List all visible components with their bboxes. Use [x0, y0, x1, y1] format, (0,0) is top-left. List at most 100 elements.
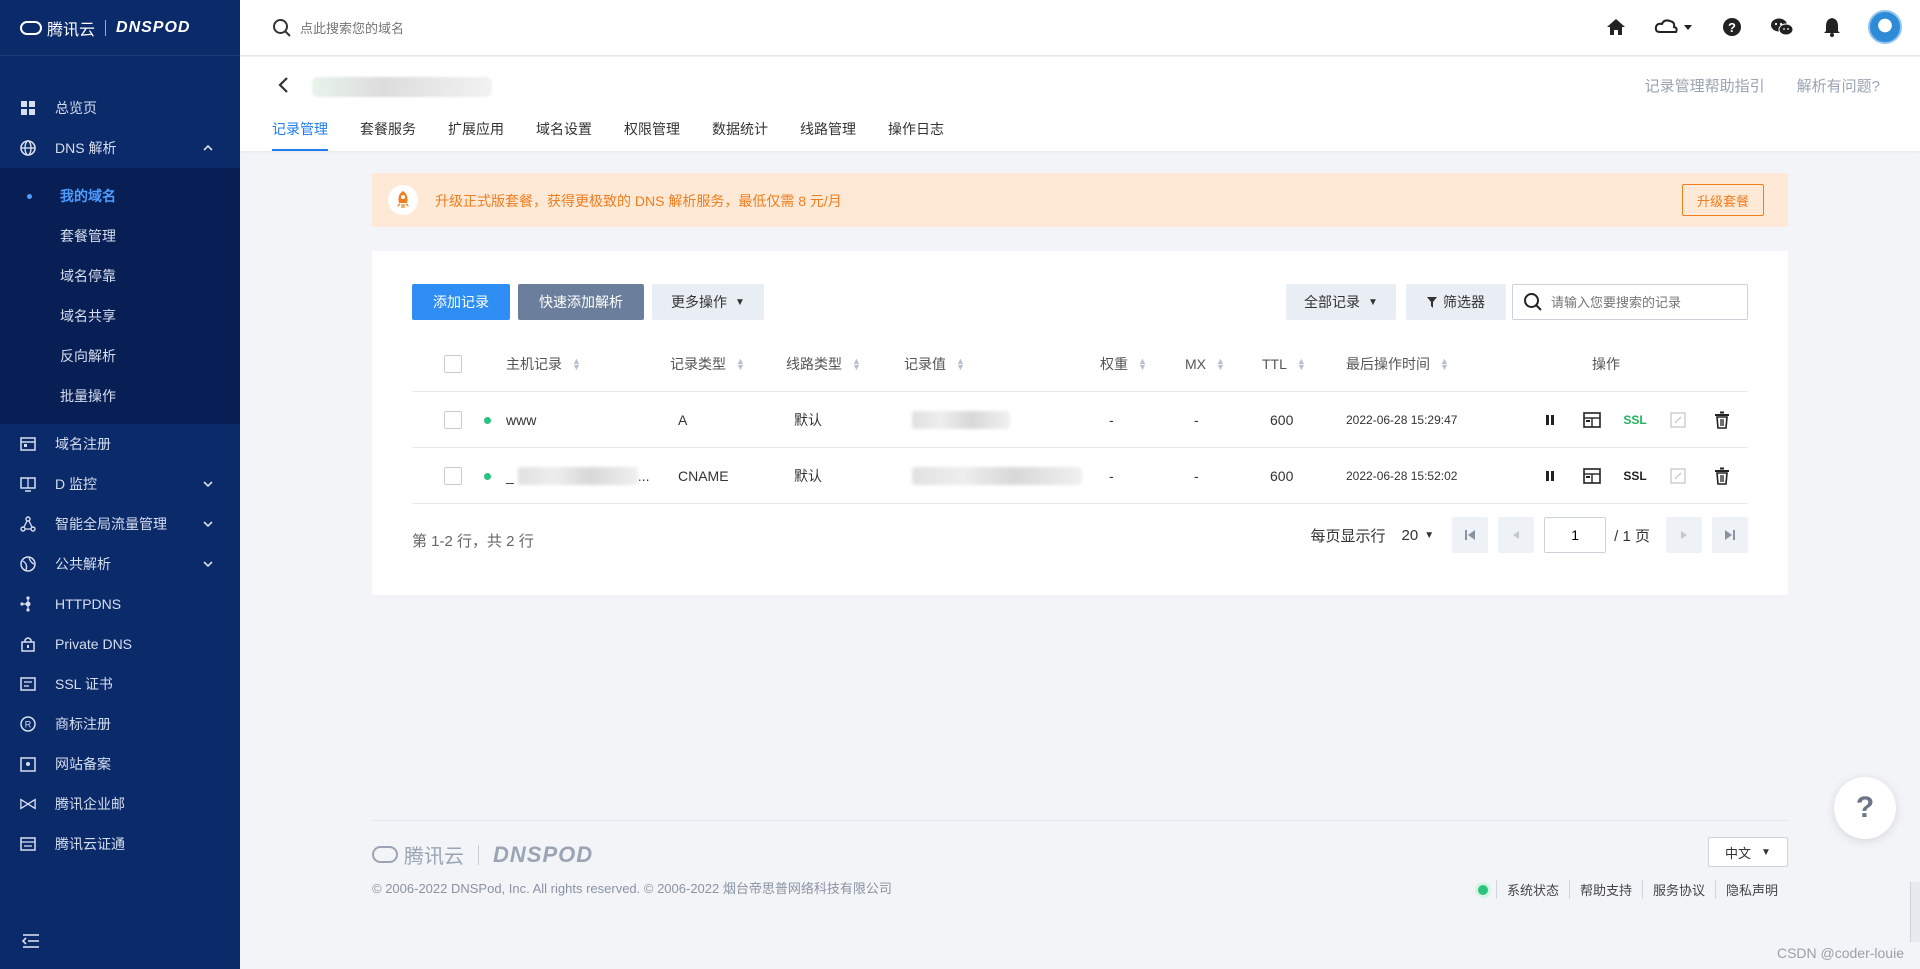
row-checkbox[interactable] — [444, 411, 462, 429]
header-mx[interactable]: MX ▲ ▼ — [1185, 336, 1225, 392]
topbar-icons: ? — [1578, 10, 1920, 44]
wechat-icon[interactable] — [1770, 15, 1794, 39]
caret-down-icon: ▼ — [735, 296, 745, 308]
all-records-dropdown[interactable]: 全部记录 ▼ — [1286, 284, 1396, 320]
filter-button[interactable]: 筛选器 — [1406, 284, 1506, 320]
prev-page-button[interactable] — [1498, 517, 1535, 553]
help-icon[interactable]: ? — [1720, 15, 1744, 39]
home-icon[interactable] — [1604, 15, 1628, 39]
submenu-reverse-dns[interactable]: 反向解析 — [0, 336, 240, 376]
record-help-link[interactable]: 记录管理帮助指引 — [1645, 75, 1765, 96]
header-type[interactable]: 记录类型 ▲ ▼ — [670, 336, 745, 392]
footer-link-support[interactable]: 帮助支持 — [1568, 880, 1642, 899]
table-row: _ ... CNAME 默认 - - 600 2022-06-28 15:52:… — [412, 448, 1748, 504]
sidebar-item-label: 网站备案 — [55, 756, 111, 772]
per-page-select[interactable]: 20 ▼ — [1402, 527, 1435, 544]
header-host[interactable]: 主机记录 ▲ ▼ — [506, 336, 581, 392]
bell-icon[interactable] — [1820, 15, 1844, 39]
global-search[interactable] — [272, 18, 600, 38]
cell-line: 默认 — [794, 468, 822, 484]
tab-plan-service[interactable]: 套餐服务 — [360, 119, 416, 151]
tab-record-management[interactable]: 记录管理 — [272, 119, 328, 151]
records-summary: 第 1-2 行，共 2 行 — [412, 533, 534, 550]
submenu-batch-operations[interactable]: 批量操作 — [0, 376, 240, 416]
last-page-button[interactable] — [1712, 517, 1748, 553]
resolve-problem-link[interactable]: 解析有问题? — [1797, 75, 1880, 96]
sidebar-item-exmail[interactable]: 腾讯企业邮 — [0, 784, 240, 824]
side-handle[interactable] — [1910, 882, 1920, 942]
row-checkbox[interactable] — [444, 467, 462, 485]
chevron-down-icon — [203, 521, 213, 528]
sidebar-item-overview[interactable]: 总览页 — [0, 88, 240, 128]
header-last-modified[interactable]: 最后操作时间 ▲ ▼ — [1346, 336, 1449, 392]
host-redacted — [517, 467, 638, 485]
collapse-menu-icon[interactable] — [22, 933, 40, 949]
records-table: 主机记录 ▲ ▼ 记录类型 ▲ ▼ 线路类型 ▲ ▼ 记录值 ▲ ▼ 权重 ▲ ▼ MX ▲ ▼ TTL… — [412, 336, 1748, 504]
nodes-icon — [20, 596, 36, 612]
cell-mx: - — [1194, 468, 1199, 484]
status-dot — [484, 416, 491, 424]
next-page-button[interactable] — [1666, 517, 1702, 553]
add-record-button[interactable]: 添加记录 — [412, 284, 510, 320]
sidebar-item-public-dns[interactable]: 公共解析 — [0, 544, 240, 584]
sidebar-item-cert-pass[interactable]: 腾讯云证通 — [0, 824, 240, 864]
header-ttl[interactable]: TTL ▲ ▼ — [1262, 336, 1306, 392]
first-page-button[interactable] — [1452, 517, 1489, 553]
status-dot — [484, 472, 491, 480]
sidebar-item-icp-filing[interactable]: 网站备案 — [0, 744, 240, 784]
sidebar-item-trademark[interactable]: R 商标注册 — [0, 704, 240, 744]
delete-icon[interactable] — [1708, 462, 1736, 490]
footer-brand-divider — [478, 844, 479, 865]
tab-line-management[interactable]: 线路管理 — [800, 119, 856, 151]
edit-record-icon[interactable] — [1578, 462, 1606, 490]
header-weight[interactable]: 权重 ▲ ▼ — [1100, 336, 1147, 392]
ssl-icon[interactable]: SSL — [1621, 406, 1649, 434]
footer-link-terms[interactable]: 服务协议 — [1641, 880, 1715, 899]
cloud-menu-icon[interactable] — [1654, 15, 1694, 39]
quick-add-button[interactable]: 快速添加解析 — [518, 284, 644, 320]
more-actions-button[interactable]: 更多操作 ▼ — [652, 284, 764, 320]
sidebar-item-dns[interactable]: DNS 解析 — [0, 128, 240, 168]
tab-statistics[interactable]: 数据统计 — [712, 119, 768, 151]
submenu-plan-management[interactable]: 套餐管理 — [0, 216, 240, 256]
tab-operation-log[interactable]: 操作日志 — [888, 119, 944, 151]
tab-permissions[interactable]: 权限管理 — [624, 119, 680, 151]
upgrade-plan-button[interactable]: 升级套餐 — [1682, 184, 1764, 216]
submenu-domain-parking[interactable]: 域名停靠 — [0, 256, 240, 296]
sidebar-item-d-monitor[interactable]: D 监控 — [0, 464, 240, 504]
back-arrow-icon[interactable] — [274, 75, 294, 95]
submenu-domain-sharing[interactable]: 域名共享 — [0, 296, 240, 336]
sidebar-item-ssl[interactable]: SSL 证书 — [0, 664, 240, 704]
submenu-my-domains[interactable]: 我的域名 — [0, 176, 240, 216]
record-search[interactable] — [1512, 284, 1748, 320]
sidebar-item-httpdns[interactable]: HTTPDNS — [0, 584, 240, 624]
sidebar-item-private-dns[interactable]: Private DNS — [0, 624, 240, 664]
all-records-label: 全部记录 — [1304, 294, 1361, 310]
language-select[interactable]: 中文 ▼ — [1708, 837, 1788, 867]
header-value[interactable]: 记录值 ▲ ▼ — [904, 336, 965, 392]
page-number-input[interactable] — [1544, 517, 1607, 553]
user-avatar[interactable] — [1868, 10, 1902, 44]
domain-search-input[interactable] — [300, 20, 600, 36]
record-search-input[interactable] — [1551, 294, 1741, 310]
select-all-checkbox[interactable] — [444, 355, 462, 373]
delete-icon[interactable] — [1708, 406, 1736, 434]
brand-logo[interactable]: 腾讯云 DNSPOD — [0, 0, 240, 56]
cell-time: 2022-06-28 15:29:47 — [1346, 413, 1458, 427]
sidebar-item-domain-registration[interactable]: 域名注册 — [0, 424, 240, 464]
floating-help-button[interactable]: ? — [1834, 777, 1896, 839]
edit-record-icon[interactable] — [1578, 406, 1606, 434]
tab-domain-settings[interactable]: 域名设置 — [536, 119, 592, 151]
dns-submenu: 我的域名 套餐管理 域名停靠 域名共享 反向解析 批量操作 — [0, 168, 240, 424]
pause-icon[interactable] — [1536, 406, 1564, 434]
brand-dnspod: DNSPOD — [116, 18, 191, 36]
header-line[interactable]: 线路类型 ▲ ▼ — [786, 336, 861, 392]
footer-link-status[interactable]: 系统状态 — [1495, 880, 1569, 899]
footer-link-privacy[interactable]: 隐私声明 — [1714, 880, 1788, 899]
ssl-icon[interactable]: SSL — [1621, 462, 1649, 490]
tab-extensions[interactable]: 扩展应用 — [448, 119, 504, 151]
filter-label: 筛选器 — [1443, 294, 1485, 310]
filing-icon — [20, 756, 36, 772]
pause-icon[interactable] — [1536, 462, 1564, 490]
sidebar-item-traffic-management[interactable]: 智能全局流量管理 — [0, 504, 240, 544]
